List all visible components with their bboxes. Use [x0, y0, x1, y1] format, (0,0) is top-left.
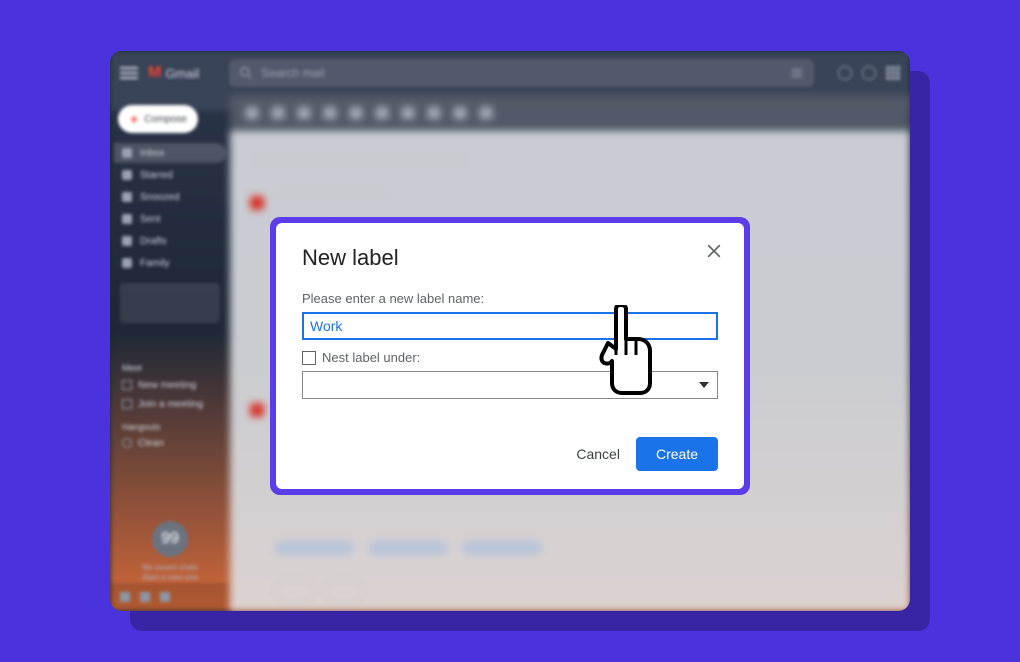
chat-empty-text: No recent chats Start a new one	[114, 563, 226, 584]
task-icon[interactable]	[402, 107, 414, 119]
help-icon[interactable]	[838, 66, 852, 80]
meet-join[interactable]: Join a meeting	[122, 396, 218, 412]
sidebar-bottom	[110, 583, 230, 611]
header-right	[824, 66, 900, 80]
subject-blur	[250, 151, 470, 167]
avatar-icon	[122, 438, 132, 448]
nest-label-text: Nest label under:	[322, 350, 420, 365]
unread-icon[interactable]	[350, 107, 362, 119]
compose-label: Compose	[144, 114, 187, 125]
create-button[interactable]: Create	[636, 437, 718, 471]
delete-icon[interactable]	[324, 107, 336, 119]
clock-icon	[122, 192, 132, 202]
video-icon	[122, 380, 132, 390]
sidebar-item-starred[interactable]: Starred	[114, 165, 226, 185]
dialog-buttons: Cancel Create	[302, 437, 718, 471]
meet-heading: Meet	[122, 363, 218, 373]
chat-icon[interactable]	[140, 592, 150, 602]
person-icon[interactable]	[120, 592, 130, 602]
cancel-button[interactable]: Cancel	[576, 446, 620, 462]
app-window: M Gmail Search mail + Compose Inbox Star…	[110, 51, 910, 611]
avatar-red	[250, 196, 264, 210]
plus-icon: +	[130, 111, 138, 127]
sidebar-item-snoozed[interactable]: Snoozed	[114, 187, 226, 207]
hangouts-heading: Hangouts	[122, 422, 218, 432]
gmail-m-icon: M	[148, 64, 161, 82]
meet-new[interactable]: New meeting	[122, 377, 218, 393]
search-bar[interactable]: Search mail	[229, 59, 814, 87]
archive-icon[interactable]	[272, 107, 284, 119]
drafts-icon	[122, 236, 132, 246]
more-icon[interactable]	[480, 107, 492, 119]
sidebar-item-sent[interactable]: Sent	[114, 209, 226, 229]
avatar-red-2	[250, 403, 264, 417]
settings-icon[interactable]	[862, 66, 876, 80]
compose-button[interactable]: + Compose	[118, 105, 198, 133]
app-name: Gmail	[165, 66, 199, 81]
back-icon[interactable]	[246, 107, 258, 119]
search-placeholder: Search mail	[261, 66, 324, 80]
new-label-dialog: New label Please enter a new label name:…	[276, 223, 744, 489]
tune-icon[interactable]	[790, 66, 804, 80]
star-icon	[122, 170, 132, 180]
keyboard-icon	[122, 399, 132, 409]
chat-bubble-icon: 99	[152, 521, 188, 557]
meet-section: Meet New meeting Join a meeting Hangouts…	[114, 363, 226, 451]
nest-row: Nest label under:	[302, 350, 718, 365]
sidebar-item-inbox[interactable]: Inbox	[114, 143, 226, 163]
sidebar-item-family[interactable]: Family	[114, 253, 226, 273]
close-icon	[704, 241, 724, 261]
app-header: M Gmail Search mail	[110, 51, 910, 95]
search-icon	[239, 66, 253, 80]
menu-icon[interactable]	[120, 67, 138, 79]
apps-icon[interactable]	[886, 66, 900, 80]
snooze-icon[interactable]	[376, 107, 388, 119]
mail-toolbar	[230, 95, 910, 131]
nest-checkbox[interactable]	[302, 351, 316, 365]
sidebar-more[interactable]	[120, 283, 220, 323]
gmail-logo[interactable]: M Gmail	[148, 64, 199, 82]
move-icon[interactable]	[428, 107, 440, 119]
close-button[interactable]	[704, 241, 724, 261]
labels-icon[interactable]	[454, 107, 466, 119]
sidebar-item-drafts[interactable]: Drafts	[114, 231, 226, 251]
label-name-input[interactable]	[302, 312, 718, 340]
inbox-icon	[122, 148, 132, 158]
parent-label-select[interactable]	[302, 371, 718, 399]
left-sidebar: + Compose Inbox Starred Snoozed Sent Dra…	[110, 95, 230, 611]
label-name-prompt: Please enter a new label name:	[302, 291, 718, 306]
phone-icon[interactable]	[160, 592, 170, 602]
sent-icon	[122, 214, 132, 224]
hangouts-user[interactable]: Clean	[122, 435, 218, 451]
dialog-title: New label	[302, 245, 718, 271]
label-icon	[122, 258, 132, 268]
spam-icon[interactable]	[298, 107, 310, 119]
new-label-dialog-frame: New label Please enter a new label name:…	[270, 217, 750, 495]
